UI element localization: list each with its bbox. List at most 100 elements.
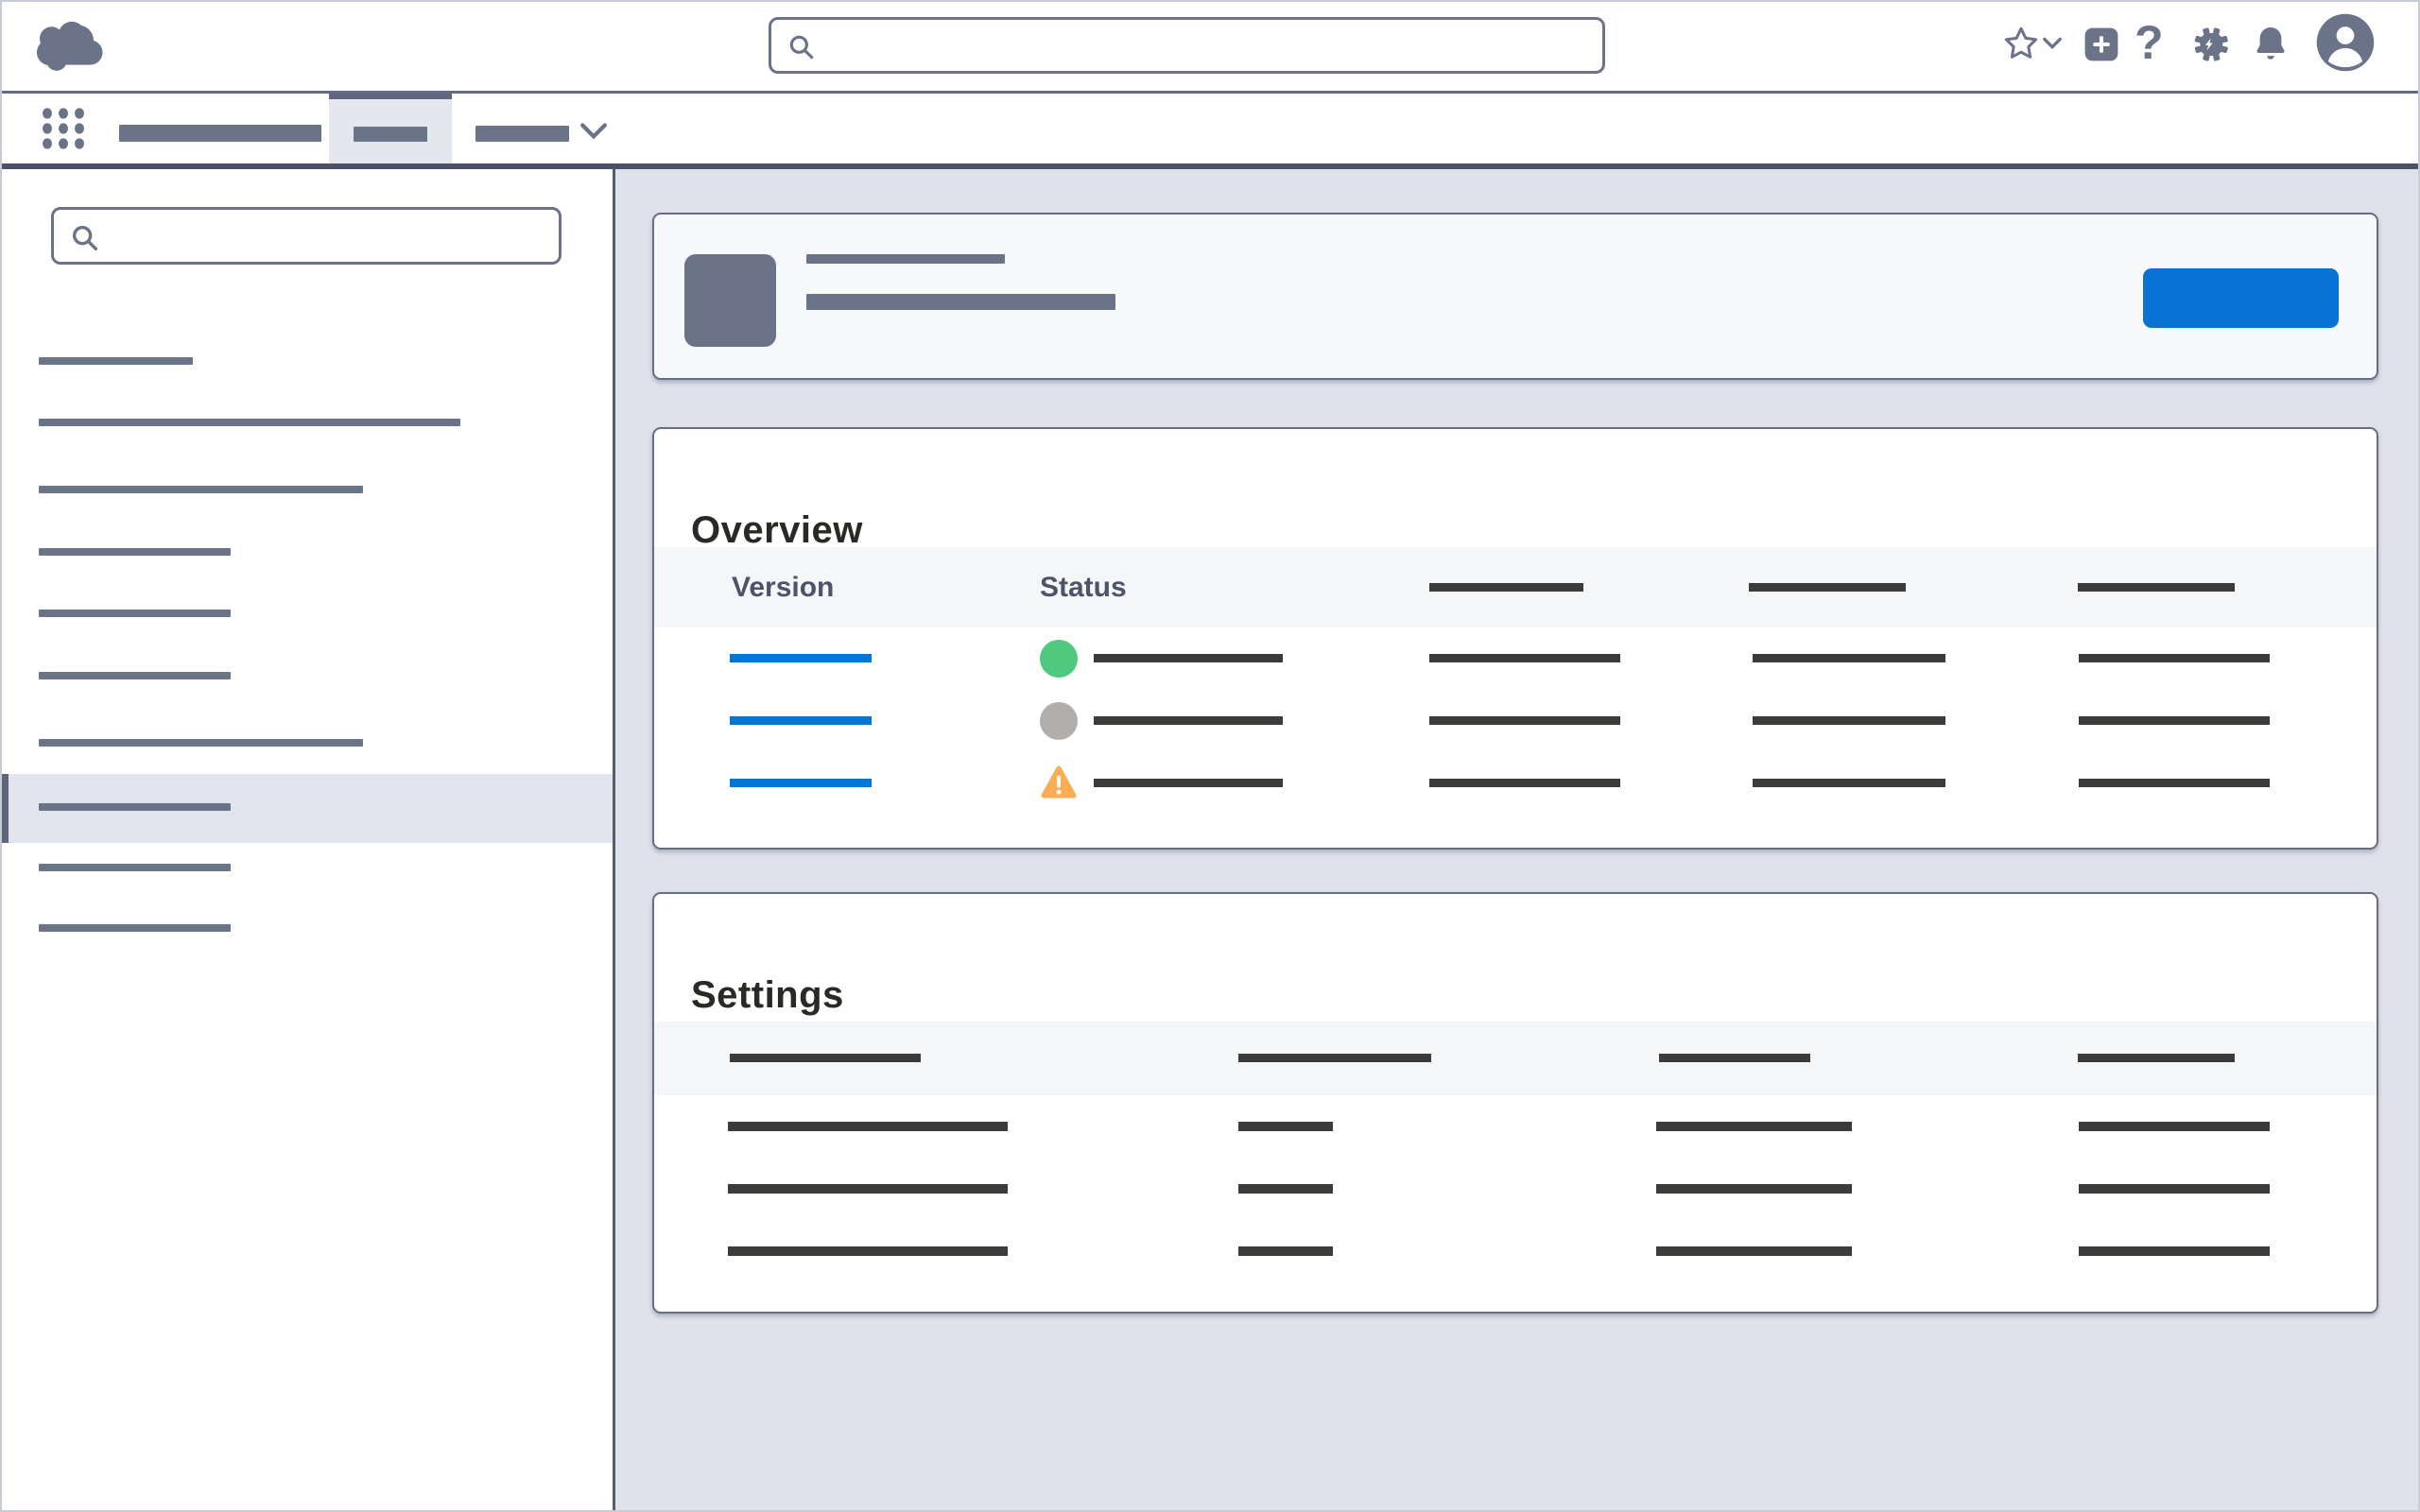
cell-bar <box>2079 654 2270 662</box>
search-icon <box>786 32 817 62</box>
setup-gear-icon[interactable] <box>2187 23 2231 66</box>
cell-bar <box>1429 779 1620 787</box>
sidebar-item-label-bar <box>39 924 231 932</box>
sidebar-item[interactable] <box>2 836 613 899</box>
chevron-down-icon[interactable] <box>579 122 608 141</box>
cell-bar <box>1238 1184 1333 1194</box>
sidebar-item[interactable] <box>2 391 613 454</box>
user-avatar-icon[interactable] <box>2314 11 2377 74</box>
sidebar-item-label-bar <box>39 419 460 426</box>
sidebar-item[interactable] <box>2 521 613 583</box>
settings-card: Settings <box>652 892 2378 1314</box>
selected-item-accent <box>2 774 9 843</box>
favorites-chevron-down-icon[interactable] <box>2042 36 2063 51</box>
status-success-icon <box>1040 640 1078 678</box>
status-text-bar <box>1094 716 1283 725</box>
sidebar-item-label-bar <box>39 548 231 556</box>
cell-bar <box>2079 1246 2270 1256</box>
cell-bar <box>2079 716 2270 725</box>
column-header-bar <box>1749 583 1906 592</box>
overview-table-header: Version Status <box>654 547 2377 627</box>
cell-bar <box>1656 1246 1852 1256</box>
cell-bar <box>1753 779 1945 787</box>
record-subtitle-bar <box>806 294 1115 310</box>
overview-row <box>654 752 2377 815</box>
settings-row <box>654 1095 2377 1158</box>
record-header-card <box>652 213 2378 380</box>
sidebar-item[interactable] <box>2 458 613 521</box>
notifications-bell-icon[interactable] <box>2250 23 2291 66</box>
sidebar-item-label-bar <box>39 672 231 679</box>
settings-row <box>654 1220 2377 1282</box>
settings-table-header <box>654 1022 2377 1095</box>
settings-title: Settings <box>691 974 844 1017</box>
cell-bar <box>1238 1246 1333 1256</box>
tab-with-menu-label-bar <box>475 126 569 142</box>
tab-selected[interactable] <box>329 94 452 163</box>
help-icon[interactable]: ? <box>2135 14 2164 71</box>
sidebar-item[interactable] <box>2 330 613 392</box>
app-window: ? <box>0 0 2420 1512</box>
status-warning-icon <box>1039 764 1079 801</box>
status-neutral-icon <box>1040 702 1078 740</box>
cell-bar <box>1753 716 1945 725</box>
status-text-bar <box>1094 654 1283 662</box>
sidebar-item[interactable] <box>2 897 613 959</box>
main-content: Overview Version Status Settings <box>615 169 2420 1512</box>
favorites-star-icon[interactable] <box>2002 25 2040 62</box>
cell-bar <box>1656 1122 1852 1131</box>
version-link-bar[interactable] <box>730 779 872 787</box>
app-tab-bar <box>2 94 2418 163</box>
global-header: ? <box>2 2 2418 94</box>
column-header-bar <box>1659 1054 1810 1062</box>
status-text-bar <box>1094 779 1283 787</box>
sidebar-item-label-bar <box>39 864 231 871</box>
search-icon <box>69 222 101 254</box>
column-header-status: Status <box>1040 547 1127 627</box>
overview-card: Overview Version Status <box>652 427 2378 850</box>
cell-bar <box>1656 1184 1852 1194</box>
global-search-input[interactable] <box>828 24 1584 67</box>
sidebar-item[interactable] <box>2 712 613 774</box>
sidebar-item-label-bar <box>39 486 363 493</box>
cell-bar <box>1429 654 1620 662</box>
overview-row <box>654 690 2377 752</box>
column-header-bar <box>730 1054 921 1062</box>
sidebar-item-label-bar <box>39 357 193 365</box>
sidebar-item[interactable] <box>2 582 613 644</box>
sidebar-item-selected[interactable] <box>2 774 613 843</box>
column-header-bar <box>1238 1054 1431 1062</box>
cell-bar <box>728 1184 1008 1194</box>
overview-title: Overview <box>691 509 863 552</box>
primary-action-button[interactable] <box>2143 268 2339 328</box>
app-launcher-waffle-icon[interactable] <box>41 108 88 149</box>
record-title-bar <box>806 254 1005 264</box>
record-avatar <box>684 254 776 347</box>
cell-bar <box>2079 1184 2270 1194</box>
global-search-box <box>769 17 1605 74</box>
sidebar-search-input[interactable] <box>112 214 538 258</box>
sidebar-item-label-bar <box>39 739 363 747</box>
cell-bar <box>1429 716 1620 725</box>
version-link-bar[interactable] <box>730 654 872 662</box>
cell-bar <box>728 1122 1008 1131</box>
version-link-bar[interactable] <box>730 716 872 725</box>
cell-bar <box>1238 1122 1333 1131</box>
sidebar-item-label-bar <box>39 803 231 811</box>
tab-selected-label-bar <box>354 127 427 142</box>
column-header-version: Version <box>732 547 834 627</box>
sidebar-search-box <box>51 207 562 265</box>
setup-sidebar <box>2 169 615 1512</box>
add-plus-square-icon[interactable] <box>2083 26 2119 62</box>
sidebar-item-label-bar <box>39 610 231 617</box>
overview-row <box>654 627 2377 690</box>
tab-selected-accent <box>329 94 452 99</box>
column-header-bar <box>2078 1054 2235 1062</box>
column-header-bar <box>1429 583 1583 592</box>
column-header-bar <box>2078 583 2235 592</box>
cell-bar <box>2079 779 2270 787</box>
cell-bar <box>2079 1122 2270 1131</box>
settings-row <box>654 1158 2377 1220</box>
tab-home[interactable] <box>119 125 321 142</box>
sidebar-item[interactable] <box>2 644 613 707</box>
